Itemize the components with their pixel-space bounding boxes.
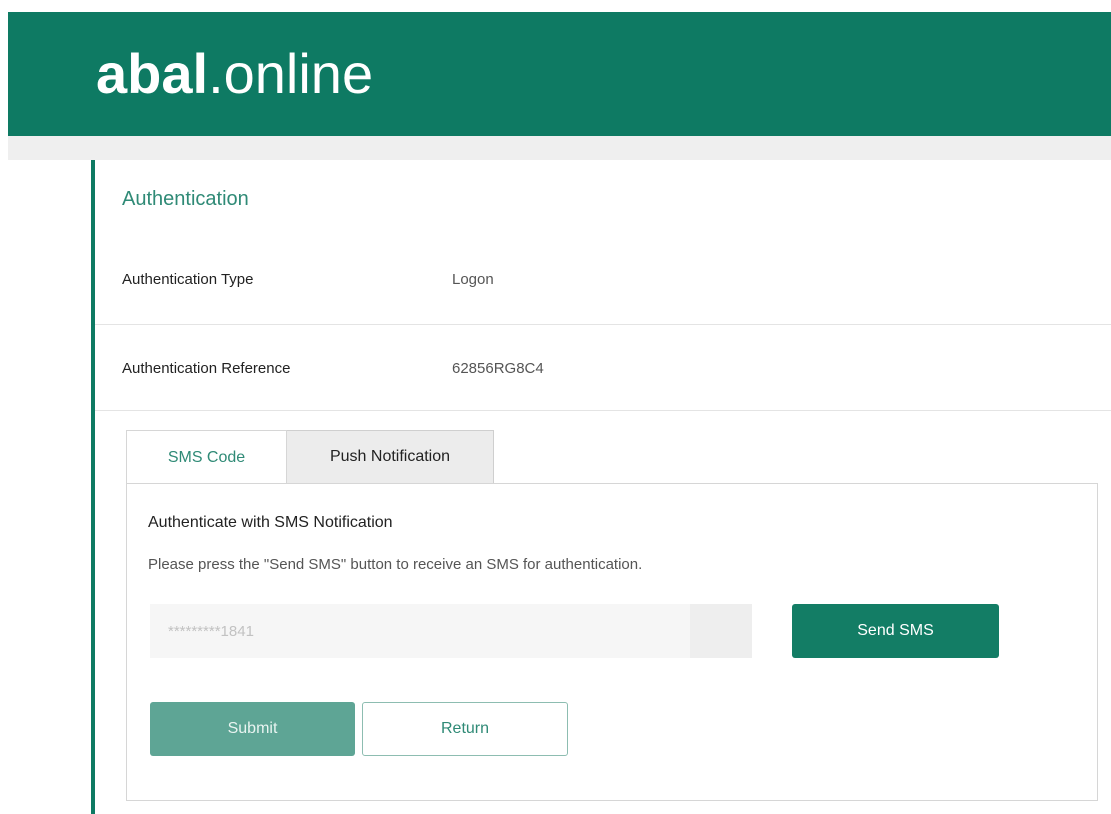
sms-panel-title: Authenticate with SMS Notification bbox=[148, 514, 393, 531]
logo-light-text: .online bbox=[208, 42, 374, 105]
header-bar: abal.online bbox=[8, 12, 1111, 136]
page: abal.online Authentication Authenticatio… bbox=[0, 0, 1111, 814]
row-divider bbox=[95, 324, 1111, 325]
logo-bold-text: abal bbox=[96, 42, 209, 105]
auth-method-tabs: SMS Code Push Notification bbox=[126, 430, 494, 484]
submit-button[interactable]: Submit bbox=[150, 702, 355, 756]
tab-push-notification[interactable]: Push Notification bbox=[287, 430, 494, 484]
send-sms-button[interactable]: Send SMS bbox=[792, 604, 999, 658]
phone-field-addon bbox=[690, 604, 752, 658]
auth-reference-label: Authentication Reference bbox=[122, 360, 291, 377]
content-accent-bar bbox=[91, 160, 95, 814]
auth-type-label: Authentication Type bbox=[122, 271, 254, 288]
phone-number-field[interactable] bbox=[150, 604, 690, 658]
header-spacer bbox=[8, 136, 1111, 160]
logo: abal.online bbox=[96, 42, 373, 106]
tab-sms-code[interactable]: SMS Code bbox=[126, 430, 287, 484]
auth-reference-value: 62856RG8C4 bbox=[452, 360, 544, 377]
section-title: Authentication bbox=[122, 188, 249, 210]
return-button[interactable]: Return bbox=[362, 702, 568, 756]
auth-type-value: Logon bbox=[452, 271, 494, 288]
row-divider bbox=[95, 410, 1111, 411]
sms-panel-description: Please press the "Send SMS" button to re… bbox=[148, 556, 643, 573]
